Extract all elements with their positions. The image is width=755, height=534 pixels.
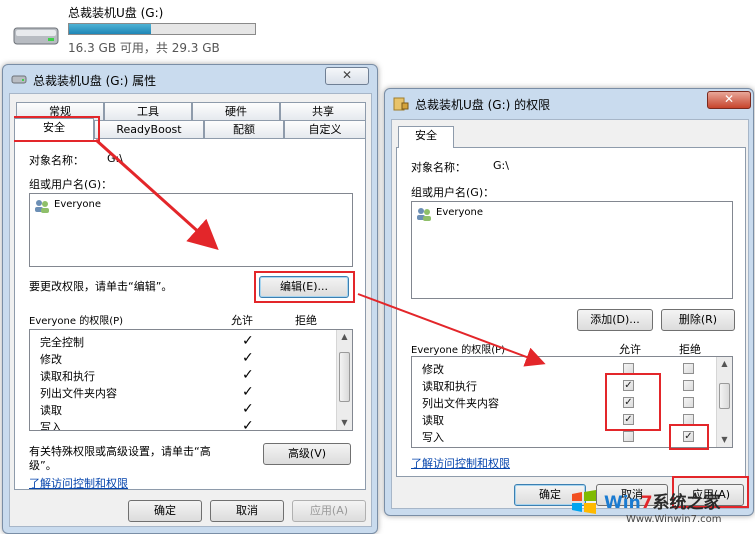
tab-customize[interactable]: 自定义 [284, 120, 366, 138]
deny-write-highlight [669, 424, 709, 450]
properties-titlebar[interactable]: 总裁装机U盘 (G:) 属性 ✕ [3, 65, 377, 95]
deny-checkbox[interactable] [683, 380, 694, 391]
tab-sharing[interactable]: 共享 [280, 102, 366, 120]
user-item-everyone[interactable]: Everyone [54, 199, 101, 210]
object-name-label: 对象名称： [29, 154, 84, 167]
access-control-link[interactable]: 了解访问控制和权限 [411, 455, 510, 471]
drive-name: 总裁装机U盘 (G:) [68, 6, 164, 20]
scroll-thumb[interactable] [339, 352, 350, 402]
add-button[interactable]: 添加(D)... [577, 309, 653, 331]
permission-row-label: 读取和执行 [40, 370, 95, 383]
permission-row-label: 写入 [40, 421, 62, 431]
user-item-everyone[interactable]: Everyone [436, 207, 483, 218]
permission-row-label: 修改 [40, 353, 62, 366]
cancel-button[interactable]: 取消 [210, 500, 284, 522]
drive-usage-fill [69, 24, 151, 34]
users-listbox[interactable]: Everyone [29, 193, 353, 267]
advanced-button[interactable]: 高级(V) [263, 443, 351, 465]
users-listbox[interactable]: Everyone [411, 201, 733, 299]
watermark-brand: Win7系统之家 [604, 488, 721, 513]
allow-check-icon: ✓ [242, 333, 254, 349]
allow-check-icon: ✓ [242, 350, 254, 366]
object-name-value: G:\ [107, 152, 123, 165]
drive-usage-bar [68, 23, 256, 35]
permission-row-label: 列出文件夹内容 [422, 397, 499, 410]
tab-tools[interactable]: 工具 [104, 102, 192, 120]
scroll-up-arrow[interactable]: ▲ [717, 357, 732, 371]
tab-quota[interactable]: 配额 [204, 120, 284, 138]
permission-row-label: 列出文件夹内容 [40, 387, 117, 400]
permissions-window: 总裁装机U盘 (G:) 的权限 ✕ 安全 对象名称： G:\ 组或用户名(G)：… [384, 88, 754, 516]
properties-window: 总裁装机U盘 (G:) 属性 ✕ 常规 工具 硬件 共享 安全 ReadyBoo… [2, 64, 378, 534]
permission-row-label: 读取 [40, 404, 62, 417]
deny-header: 拒绝 [679, 343, 701, 356]
tab-security[interactable]: 安全 [398, 126, 454, 148]
allow-check-icon: ✓ [242, 418, 254, 431]
watermark-brand-win: Win [604, 493, 641, 513]
apply-button[interactable]: 应用(A) [292, 500, 366, 522]
users-group-icon [34, 199, 50, 213]
folder-lock-icon [393, 95, 409, 111]
permissions-scrollbar[interactable]: ▲ ▼ [716, 357, 732, 447]
permissions-titlebar[interactable]: 总裁装机U盘 (G:) 的权限 ✕ [385, 89, 753, 119]
permissions-label: Everyone 的权限(P) [411, 345, 506, 356]
edit-button-highlight [254, 271, 355, 303]
edit-hint: 要更改权限，请单击“编辑”。 [29, 280, 173, 293]
deny-header: 拒绝 [295, 314, 317, 327]
usb-drive-icon [12, 18, 62, 52]
properties-client-area: 常规 工具 硬件 共享 安全 ReadyBoost 配额 自定义 对象名称： G… [9, 93, 372, 527]
close-button[interactable]: ✕ [325, 67, 369, 85]
permission-row-label: 写入 [422, 431, 444, 444]
object-name-label: 对象名称： [411, 161, 466, 174]
security-tab-panel: 对象名称： G:\ 组或用户名(G)： Everyone 要更改权限，请单击“编… [14, 138, 366, 490]
watermark-brand-cn: 系统之家 [652, 493, 721, 513]
allow-check-icon: ✓ [242, 384, 254, 400]
allow-check-icon: ✓ [242, 367, 254, 383]
scroll-thumb[interactable] [719, 383, 730, 409]
scroll-down-arrow[interactable]: ▼ [337, 416, 352, 430]
allow-header: 允许 [619, 343, 641, 356]
permission-row-label: 读取 [422, 414, 444, 427]
object-name-value: G:\ [493, 159, 509, 172]
deny-checkbox[interactable] [683, 363, 694, 374]
watermark-url: Www.Winwin7.com [626, 514, 722, 525]
group-users-label: 组或用户名(G)： [411, 186, 495, 199]
users-group-icon [416, 207, 432, 221]
windows-logo-icon [570, 488, 598, 519]
deny-checkbox[interactable] [683, 397, 694, 408]
special-permissions-hint-2: 级”。 [29, 459, 57, 472]
allow-header: 允许 [231, 314, 253, 327]
permissions-scrollbar[interactable]: ▲ ▼ [336, 330, 352, 430]
window-title: 总裁装机U盘 (G:) 属性 [33, 74, 157, 88]
scroll-down-arrow[interactable]: ▼ [717, 433, 732, 447]
access-control-link[interactable]: 了解访问控制和权限 [29, 475, 128, 491]
window-title: 总裁装机U盘 (G:) 的权限 [415, 98, 551, 112]
permissions-client-area: 安全 对象名称： G:\ 组或用户名(G)： Everyone 添加(D)...… [391, 119, 749, 509]
allow-checkboxes-highlight [605, 373, 661, 431]
allow-checkbox[interactable] [623, 431, 634, 442]
permission-row-label: 完全控制 [40, 336, 84, 349]
permission-row-label: 读取和执行 [422, 380, 477, 393]
close-button[interactable]: ✕ [707, 91, 751, 109]
tab-readyboost[interactable]: ReadyBoost [94, 120, 204, 138]
scroll-up-arrow[interactable]: ▲ [337, 330, 352, 344]
drive-title-icon [11, 71, 27, 87]
tab-hardware[interactable]: 硬件 [192, 102, 280, 120]
permissions-list[interactable]: 完全控制 ✓ 修改 ✓ 读取和执行 ✓ 列出文件夹内容 ✓ 读取 ✓ 写入 ✓ ▲ ▼ [29, 329, 353, 431]
drive-capacity: 16.3 GB 可用，共 29.3 GB [68, 41, 220, 55]
group-users-label: 组或用户名(G)： [29, 178, 113, 191]
security-tab-panel: 对象名称： G:\ 组或用户名(G)： Everyone 添加(D)... 删除… [396, 147, 746, 477]
watermark-brand-7: 7 [640, 493, 653, 513]
ok-button[interactable]: 确定 [128, 500, 202, 522]
permissions-label: Everyone 的权限(P) [29, 316, 124, 327]
remove-button[interactable]: 删除(R) [661, 309, 735, 331]
permission-row-label: 修改 [422, 363, 444, 376]
watermark: Win7系统之家 Www.Winwin7.com [568, 484, 754, 532]
allow-check-icon: ✓ [242, 401, 254, 417]
tab-security[interactable]: 安全 [14, 118, 94, 140]
